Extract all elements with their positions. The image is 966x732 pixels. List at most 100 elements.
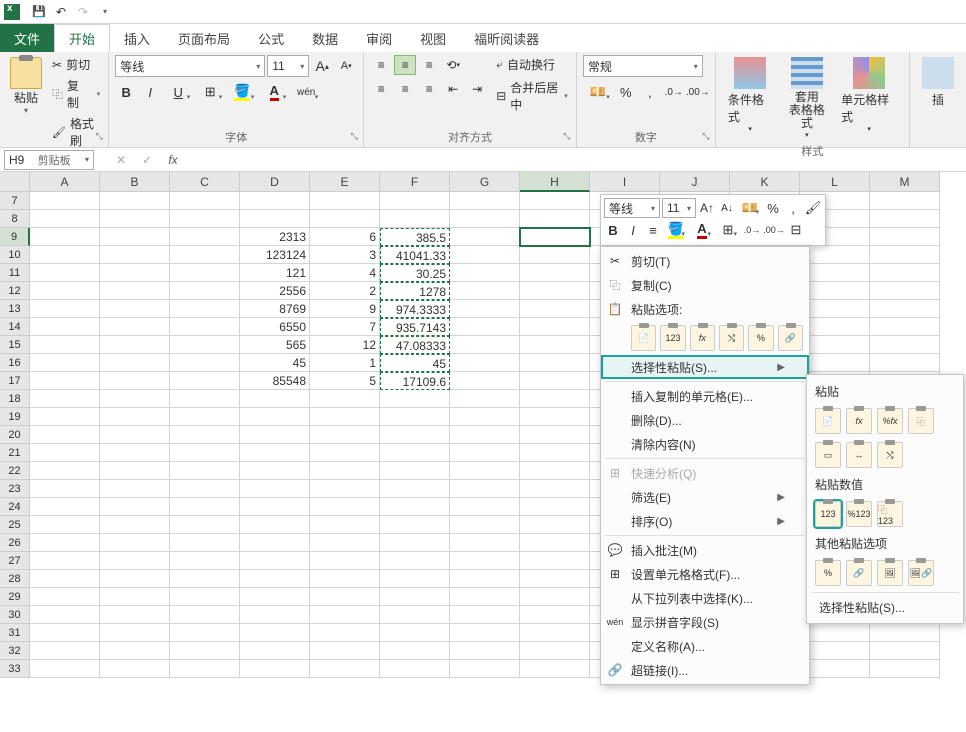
- cell-A30[interactable]: [30, 606, 100, 624]
- cell-C29[interactable]: [170, 588, 240, 606]
- cell-E31[interactable]: [310, 624, 380, 642]
- cell-H11[interactable]: [520, 264, 590, 282]
- number-format-combo[interactable]: 常规▾: [583, 55, 703, 77]
- cell-H10[interactable]: [520, 246, 590, 264]
- cell-D25[interactable]: [240, 516, 310, 534]
- cell-C11[interactable]: [170, 264, 240, 282]
- cell-B32[interactable]: [100, 642, 170, 660]
- cell-E27[interactable]: [310, 552, 380, 570]
- paste-opt-formatting[interactable]: %: [748, 325, 773, 351]
- sub-paste-picture[interactable]: 🖼: [877, 560, 903, 586]
- cell-E28[interactable]: [310, 570, 380, 588]
- cell-H21[interactable]: [520, 444, 590, 462]
- cell-B33[interactable]: [100, 660, 170, 678]
- mini-fill-color[interactable]: 🪣: [664, 220, 688, 240]
- cell-C14[interactable]: [170, 318, 240, 336]
- ctx-insert-copied[interactable]: 插入复制的单元格(E)...: [601, 384, 809, 408]
- ctx-hyperlink[interactable]: 🔗超链接(I)...: [601, 658, 809, 682]
- column-header-H[interactable]: H: [520, 172, 590, 192]
- cell-G21[interactable]: [450, 444, 520, 462]
- ctx-insert-comment[interactable]: 💬插入批注(M): [601, 538, 809, 562]
- cell-B30[interactable]: [100, 606, 170, 624]
- mini-size-combo[interactable]: 11▾: [662, 198, 696, 218]
- select-all-corner[interactable]: [0, 172, 30, 192]
- cell-A26[interactable]: [30, 534, 100, 552]
- font-color-button[interactable]: A: [259, 81, 289, 103]
- cell-F8[interactable]: [380, 210, 450, 228]
- column-header-K[interactable]: K: [730, 172, 800, 192]
- column-header-G[interactable]: G: [450, 172, 520, 192]
- cell-B10[interactable]: [100, 246, 170, 264]
- cell-G30[interactable]: [450, 606, 520, 624]
- mini-align[interactable]: ≡: [644, 220, 662, 240]
- paste-opt-formulas[interactable]: fx: [690, 325, 715, 351]
- sub-paste-transpose[interactable]: ⤭: [877, 442, 903, 468]
- cell-A16[interactable]: [30, 354, 100, 372]
- sub-paste-formatting[interactable]: %: [815, 560, 841, 586]
- row-header-33[interactable]: 33: [0, 660, 30, 678]
- cell-C28[interactable]: [170, 570, 240, 588]
- conditional-format-button[interactable]: 条件格式▾: [722, 55, 779, 141]
- row-header-28[interactable]: 28: [0, 570, 30, 588]
- cell-L11[interactable]: [800, 264, 870, 282]
- cell-E15[interactable]: 12: [310, 336, 380, 354]
- italic-button[interactable]: I: [139, 81, 161, 103]
- cell-F26[interactable]: [380, 534, 450, 552]
- cell-A29[interactable]: [30, 588, 100, 606]
- cell-F15[interactable]: 47.08333: [380, 336, 450, 354]
- accounting-format-button[interactable]: 💴: [583, 81, 613, 103]
- row-header-24[interactable]: 24: [0, 498, 30, 516]
- sub-paste-values-num-fmt[interactable]: %123: [846, 501, 872, 527]
- mini-decrease-font[interactable]: A↓: [718, 198, 736, 218]
- cell-C19[interactable]: [170, 408, 240, 426]
- cell-H7[interactable]: [520, 192, 590, 210]
- cell-F7[interactable]: [380, 192, 450, 210]
- cell-M12[interactable]: [870, 282, 940, 300]
- cell-L10[interactable]: [800, 246, 870, 264]
- tab-file[interactable]: 文件: [0, 24, 54, 52]
- cell-D27[interactable]: [240, 552, 310, 570]
- cell-G18[interactable]: [450, 390, 520, 408]
- cell-H17[interactable]: [520, 372, 590, 390]
- cell-M13[interactable]: [870, 300, 940, 318]
- formula-cancel-button[interactable]: ✕: [108, 150, 134, 170]
- cell-M10[interactable]: [870, 246, 940, 264]
- paste-button[interactable]: 粘贴 ▾: [6, 55, 46, 150]
- sub-paste-linked-pic[interactable]: 🖼🔗: [908, 560, 934, 586]
- cell-M32[interactable]: [870, 642, 940, 660]
- cell-D16[interactable]: 45: [240, 354, 310, 372]
- cell-F10[interactable]: 41041.33: [380, 246, 450, 264]
- underline-button[interactable]: U: [163, 81, 193, 103]
- cell-E16[interactable]: 1: [310, 354, 380, 372]
- cell-A8[interactable]: [30, 210, 100, 228]
- column-header-F[interactable]: F: [380, 172, 450, 192]
- sub-paste-formulas[interactable]: fx: [846, 408, 872, 434]
- cell-H15[interactable]: [520, 336, 590, 354]
- cell-F24[interactable]: [380, 498, 450, 516]
- cell-E17[interactable]: 5: [310, 372, 380, 390]
- cell-D8[interactable]: [240, 210, 310, 228]
- cell-E9[interactable]: 6: [310, 228, 380, 246]
- cell-A18[interactable]: [30, 390, 100, 408]
- decrease-font-button[interactable]: A▾: [335, 55, 357, 77]
- cell-F33[interactable]: [380, 660, 450, 678]
- cell-D20[interactable]: [240, 426, 310, 444]
- paste-opt-all[interactable]: 📄: [631, 325, 656, 351]
- row-header-21[interactable]: 21: [0, 444, 30, 462]
- cell-G31[interactable]: [450, 624, 520, 642]
- row-header-25[interactable]: 25: [0, 516, 30, 534]
- cell-F25[interactable]: [380, 516, 450, 534]
- wrap-text-button[interactable]: ⤶自动换行: [494, 55, 570, 74]
- cell-B11[interactable]: [100, 264, 170, 282]
- cell-G32[interactable]: [450, 642, 520, 660]
- cell-G10[interactable]: [450, 246, 520, 264]
- font-name-combo[interactable]: 等线▾: [115, 55, 265, 77]
- cell-C31[interactable]: [170, 624, 240, 642]
- copy-button[interactable]: 复制▾: [50, 76, 102, 112]
- tab-insert[interactable]: 插入: [110, 24, 164, 52]
- cell-D9[interactable]: 2313: [240, 228, 310, 246]
- row-header-32[interactable]: 32: [0, 642, 30, 660]
- cell-G14[interactable]: [450, 318, 520, 336]
- cell-B31[interactable]: [100, 624, 170, 642]
- qat-undo-button[interactable]: [50, 1, 72, 23]
